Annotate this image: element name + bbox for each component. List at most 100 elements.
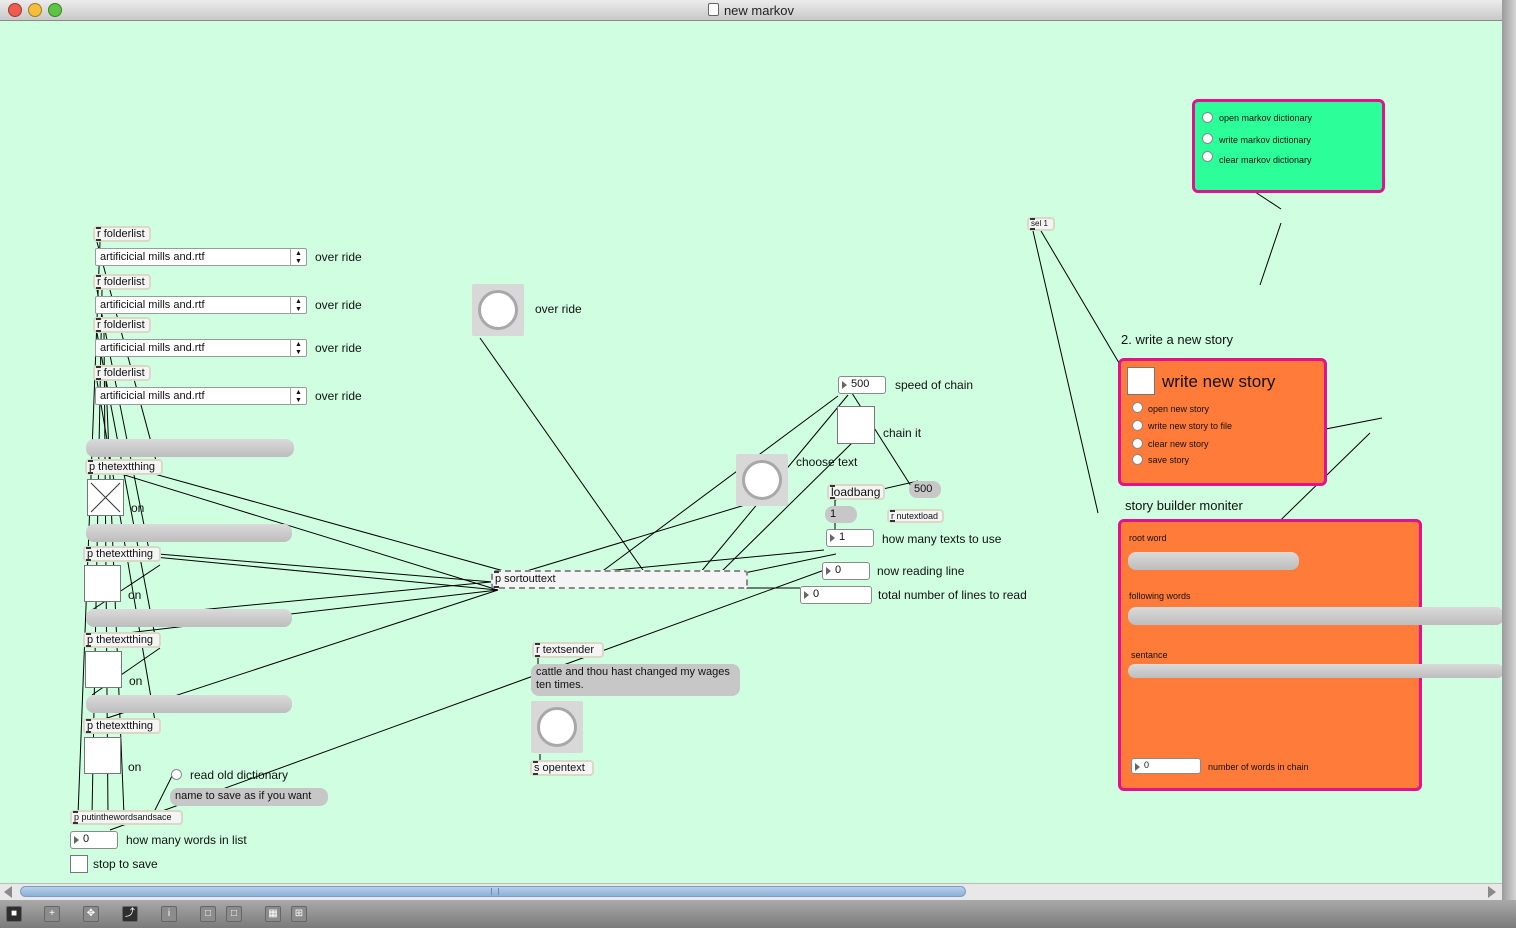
words-in-list-label: how many words in list	[126, 833, 247, 847]
chain-count-label: number of words in chain	[1208, 762, 1309, 772]
msg-1[interactable]: 1	[825, 506, 857, 523]
stop-to-save-toggle[interactable]	[70, 855, 88, 873]
folderlist-receive-1[interactable]: r folderlist	[93, 226, 151, 242]
words-in-list-number[interactable]: 0	[70, 831, 118, 849]
chevron-updown-icon: ▲ ▼	[290, 249, 306, 265]
text-file-menu-4-value: artificicial mills and.rtf	[100, 390, 205, 402]
inspector-icon[interactable]: i	[161, 906, 177, 922]
window-title-text: new markov	[723, 3, 795, 18]
front-icon[interactable]: □	[200, 906, 216, 922]
story-panel-title: write new story	[1162, 372, 1276, 391]
over-ride-label-3: over ride	[315, 341, 362, 355]
text-file-menu-1[interactable]: artificicial mills and.rtf ▲ ▼	[95, 248, 307, 266]
folderlist-receive-4[interactable]: r folderlist	[93, 365, 151, 381]
sentance-label: sentance	[1131, 650, 1168, 660]
nutextload-receive[interactable]: r nutextload	[887, 509, 944, 523]
patcher-toolbar: ■ + ✥ ⤴ i □ □ ▦ ⊞	[0, 900, 1516, 928]
textthing-object-4[interactable]: p thetextthing	[83, 718, 161, 734]
read-old-dictionary-radio[interactable]	[171, 769, 182, 780]
presentation-icon[interactable]: ⤴	[122, 906, 138, 922]
over-ride-bang[interactable]	[472, 284, 524, 336]
on-label-4: on	[128, 760, 142, 774]
monitor-panel: root word following words sentance 0 num…	[1118, 519, 1502, 791]
texts-to-use-number[interactable]: 1	[826, 529, 874, 547]
grid-icon[interactable]: ▦	[265, 906, 281, 922]
on-label-1: on	[131, 501, 145, 515]
toggle-1[interactable]	[87, 479, 124, 516]
write-story-file-label: write new story to file	[1148, 421, 1233, 431]
texts-to-use-label: how many texts to use	[882, 532, 1002, 546]
chevron-updown-icon: ▲ ▼	[290, 388, 306, 404]
message-display-4[interactable]	[86, 695, 292, 713]
monitor-heading: story builder moniter	[1125, 498, 1243, 513]
text-message-display[interactable]: cattle and thou hast changed my wages te…	[531, 664, 740, 696]
message-display-1[interactable]	[86, 439, 294, 457]
choose-text-label: choose text	[796, 455, 858, 469]
chain-count-number[interactable]: 0	[1131, 758, 1201, 774]
story-section-heading: 2. write a new story	[1121, 332, 1233, 347]
folderlist-receive-2[interactable]: r folderlist	[93, 274, 151, 290]
folderlist-receive-3[interactable]: r folderlist	[93, 317, 151, 333]
lock-icon[interactable]: ■	[6, 906, 22, 922]
choose-text-bang[interactable]	[736, 454, 788, 506]
write-story-toggle[interactable]	[1127, 367, 1155, 395]
message-display-2[interactable]	[86, 524, 292, 542]
chain-it-label: chain it	[883, 426, 922, 440]
speed-label: speed of chain	[895, 378, 974, 392]
now-reading-number[interactable]: 0	[822, 562, 870, 580]
text-file-menu-1-value: artificicial mills and.rtf	[100, 251, 205, 263]
over-ride-bang-label: over ride	[535, 302, 582, 316]
textsender-receive[interactable]: r textsender	[532, 642, 604, 658]
open-dictionary-radio[interactable]	[1202, 112, 1213, 123]
loadbang-object[interactable]: loadbang	[827, 484, 885, 500]
clear-dictionary-radio[interactable]	[1202, 151, 1213, 162]
toggle-3[interactable]	[85, 651, 122, 688]
textthing-object-1[interactable]: p thetextthing	[85, 459, 163, 475]
sel-object[interactable]: sel 1	[1027, 217, 1055, 231]
clear-story-radio[interactable]	[1132, 438, 1143, 449]
scroll-thumb[interactable]	[20, 886, 966, 897]
total-lines-number[interactable]: 0	[800, 586, 872, 604]
scroll-grip-icon	[491, 888, 499, 895]
on-label-2: on	[128, 588, 142, 602]
add-object-icon[interactable]: +	[44, 906, 60, 922]
save-story-radio[interactable]	[1132, 454, 1143, 465]
message-display-3[interactable]	[86, 609, 292, 627]
sortouttext-object[interactable]: p sortouttext	[491, 570, 748, 589]
move-icon[interactable]: ✥	[83, 906, 99, 922]
chain-it-toggle[interactable]	[837, 406, 875, 444]
textthing-object-2[interactable]: p thetextthing	[83, 546, 161, 562]
scroll-right-arrow-icon[interactable]	[1488, 886, 1496, 898]
putinthewords-object[interactable]: p putinthewordsandsace	[70, 810, 183, 825]
text-file-menu-3-value: artificicial mills and.rtf	[100, 342, 205, 354]
textthing-object-3[interactable]: p thetextthing	[83, 632, 161, 648]
horizontal-scrollbar[interactable]	[0, 883, 1502, 900]
snap-icon[interactable]: ⊞	[291, 906, 307, 922]
msg-500[interactable]: 500	[909, 481, 941, 498]
patcher-canvas[interactable]: r folderlist artificicial mills and.rtf ▲…	[0, 21, 1502, 883]
open-story-radio[interactable]	[1132, 402, 1143, 413]
following-words-display[interactable]	[1128, 607, 1502, 625]
window-title: new markov	[0, 3, 1502, 18]
opentext-bang[interactable]	[531, 701, 583, 753]
speed-number[interactable]: 500	[838, 376, 886, 394]
toggle-4[interactable]	[84, 737, 121, 774]
opentext-send[interactable]: s opentext	[530, 760, 594, 776]
text-file-menu-4[interactable]: artificicial mills and.rtf ▲ ▼	[95, 387, 307, 405]
text-file-menu-3[interactable]: artificicial mills and.rtf ▲ ▼	[95, 339, 307, 357]
back-icon[interactable]: □	[226, 906, 242, 922]
over-ride-label-2: over ride	[315, 298, 362, 312]
clear-dictionary-label: clear markov dictionary	[1219, 155, 1312, 165]
root-word-label: root word	[1129, 533, 1167, 543]
write-story-file-radio[interactable]	[1132, 420, 1143, 431]
name-to-save-message[interactable]: name to save as if you want	[170, 788, 328, 806]
text-file-menu-2[interactable]: artificicial mills and.rtf ▲ ▼	[95, 296, 307, 314]
write-dictionary-radio[interactable]	[1202, 133, 1213, 144]
sentance-display[interactable]	[1128, 664, 1502, 678]
scroll-left-arrow-icon[interactable]	[4, 886, 12, 898]
root-word-display[interactable]	[1128, 552, 1299, 570]
document-icon	[707, 3, 719, 16]
clear-story-label: clear new story	[1148, 439, 1209, 449]
toggle-2[interactable]	[84, 565, 121, 602]
toggle-x-icon	[90, 482, 121, 513]
